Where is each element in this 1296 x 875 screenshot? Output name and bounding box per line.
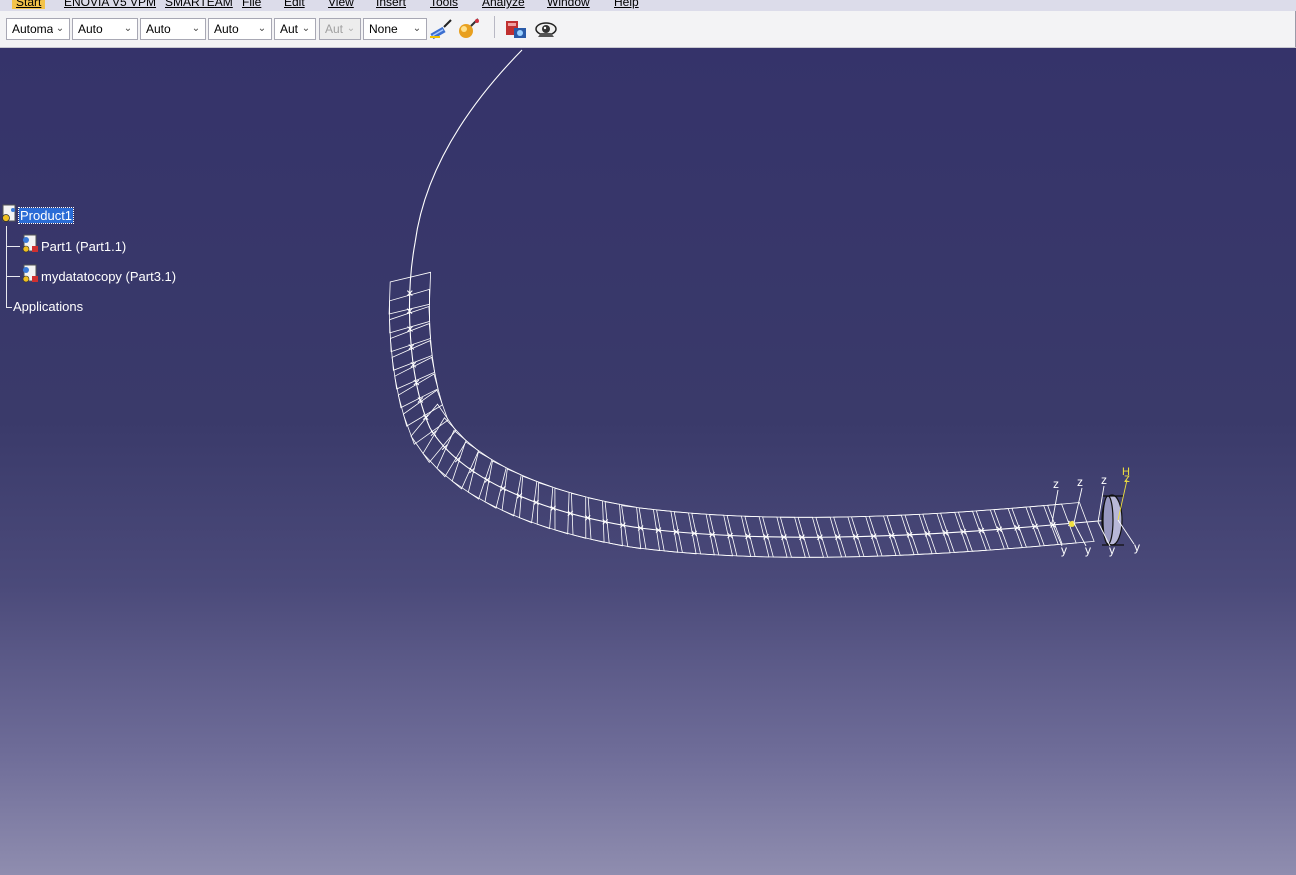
menu-window[interactable]: Window bbox=[547, 0, 590, 9]
combo-value: Automa bbox=[12, 22, 54, 36]
graphic-properties-toolbar: Automa ⌄ Auto ⌄ Auto ⌄ Auto ⌄ Aut ⌄ Aut … bbox=[0, 11, 1296, 48]
tree-item-product1[interactable]: Product1 bbox=[17, 207, 75, 224]
menu-bar: Start ENOVIA V5 VPM SMARTEAM File Edit V… bbox=[0, 0, 1296, 11]
combo-value: Auto bbox=[214, 22, 239, 36]
menu-tools[interactable]: Tools bbox=[430, 0, 458, 9]
part-icon[interactable] bbox=[20, 264, 40, 284]
tree-item-applications[interactable]: Applications bbox=[13, 299, 83, 314]
menu-file[interactable]: File bbox=[242, 0, 261, 9]
chevron-down-icon: ⌄ bbox=[55, 23, 65, 34]
point-symbol-combo[interactable]: Aut ⌄ bbox=[274, 18, 316, 40]
tree-item-part1[interactable]: Part1 (Part1.1) bbox=[41, 239, 126, 254]
axis-label-z: z bbox=[1101, 473, 1107, 487]
combo-value: Auto bbox=[78, 22, 103, 36]
linetype-combo[interactable]: Auto ⌄ bbox=[208, 18, 272, 40]
chevron-down-icon: ⌄ bbox=[191, 23, 201, 34]
3d-viewport[interactable]: z z z z H y y y y Product1 Part1 (Part1.… bbox=[0, 48, 1296, 875]
apply-material-icon[interactable] bbox=[457, 17, 481, 41]
axis-label-h: H bbox=[1122, 466, 1130, 478]
axis-label-y: y bbox=[1061, 543, 1067, 557]
menu-edit[interactable]: Edit bbox=[284, 0, 305, 9]
layer-combo[interactable]: None ⌄ bbox=[363, 18, 427, 40]
combo-value: Aut bbox=[325, 22, 344, 36]
spine-point-markers bbox=[406, 290, 1074, 541]
combo-value: Aut bbox=[280, 22, 299, 36]
menu-start[interactable]: Start bbox=[12, 0, 46, 9]
view-mode-icon[interactable] bbox=[534, 17, 558, 41]
toolbar-separator bbox=[494, 16, 495, 38]
chevron-down-icon: ⌄ bbox=[346, 23, 356, 34]
menu-view[interactable]: View bbox=[328, 0, 354, 9]
sweep-spine-curve bbox=[408, 49, 1111, 538]
axis-label-y: y bbox=[1109, 543, 1115, 557]
tree-branch-line bbox=[6, 226, 7, 308]
product-icon[interactable] bbox=[0, 204, 20, 224]
combo-value: None bbox=[369, 22, 398, 36]
format-painter-icon[interactable] bbox=[429, 17, 453, 41]
transparency-combo[interactable]: Auto ⌄ bbox=[72, 18, 138, 40]
line-thickness-combo[interactable]: Auto ⌄ bbox=[140, 18, 206, 40]
menu-help[interactable]: Help bbox=[614, 0, 639, 9]
chevron-down-icon: ⌄ bbox=[257, 23, 267, 34]
axis-label-y: y bbox=[1085, 543, 1091, 557]
combo-value: Auto bbox=[146, 22, 171, 36]
axis-label-y: y bbox=[1134, 540, 1140, 554]
tree-branch-line bbox=[6, 246, 20, 247]
catalog-browser-icon[interactable] bbox=[504, 17, 528, 41]
menu-enovia[interactable]: ENOVIA V5 VPM bbox=[64, 0, 156, 9]
menu-analyze[interactable]: Analyze bbox=[482, 0, 525, 9]
fill-color-combo[interactable]: Automa ⌄ bbox=[6, 18, 70, 40]
menu-smarteam[interactable]: SMARTEAM bbox=[165, 0, 233, 9]
tree-branch-line bbox=[6, 307, 12, 308]
part-icon[interactable] bbox=[20, 234, 40, 254]
tree-branch-line bbox=[6, 276, 20, 277]
sweep-geometry: z z z z H y y y y bbox=[388, 49, 1140, 558]
chevron-down-icon: ⌄ bbox=[412, 23, 422, 34]
menu-insert[interactable]: Insert bbox=[376, 0, 406, 9]
chevron-down-icon: ⌄ bbox=[123, 23, 133, 34]
chevron-down-icon: ⌄ bbox=[301, 23, 311, 34]
axis-label-z: z bbox=[1053, 477, 1059, 491]
rendering-style-combo: Aut ⌄ bbox=[319, 18, 361, 40]
axis-label-z: z bbox=[1077, 475, 1083, 489]
tree-item-mydatatocopy[interactable]: mydatatocopy (Part3.1) bbox=[41, 269, 176, 284]
sweep-profile-planes bbox=[388, 271, 1095, 558]
